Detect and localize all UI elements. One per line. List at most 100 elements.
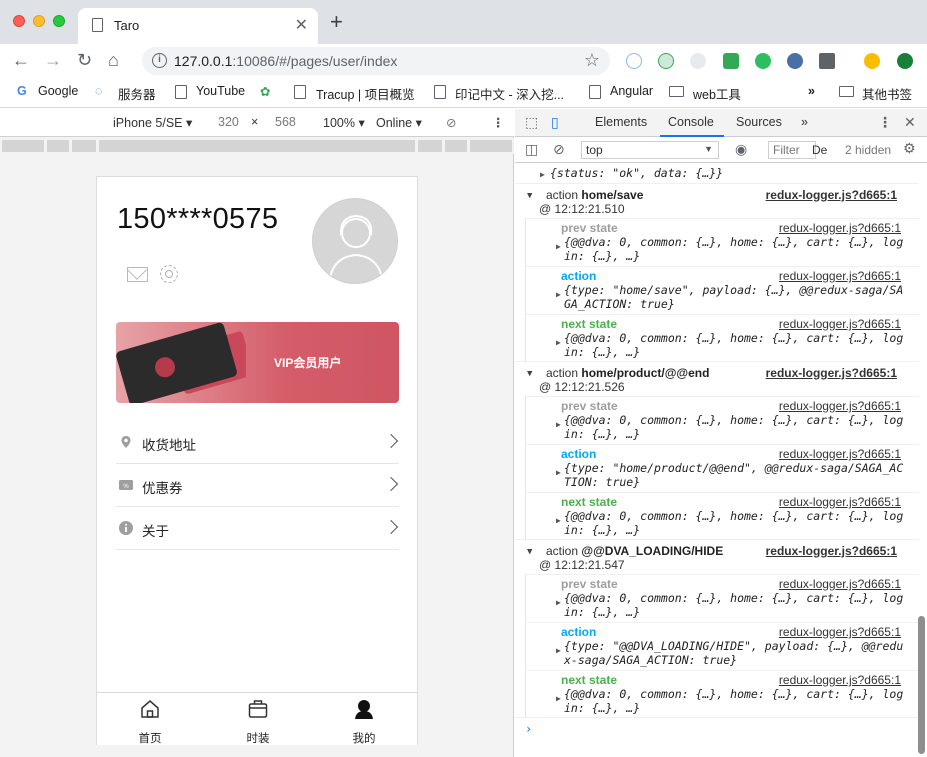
log-body[interactable]: {@@dva: 0, common: {…}, home: {…}, cart:…: [564, 235, 910, 263]
collapse-triangle-icon[interactable]: ▼: [527, 191, 532, 201]
source-link[interactable]: redux-logger.js?d665:1: [779, 495, 901, 509]
media-query-segment[interactable]: [445, 140, 467, 152]
source-link[interactable]: redux-logger.js?d665:1: [779, 317, 901, 331]
media-query-segment[interactable]: [418, 140, 442, 152]
log-body[interactable]: {@@dva: 0, common: {…}, home: {…}, cart:…: [564, 687, 910, 715]
settings-icon[interactable]: [160, 265, 178, 283]
new-tab-button[interactable]: +: [330, 11, 343, 33]
close-tab-icon[interactable]: ✕: [295, 15, 308, 35]
extension-vue-icon[interactable]: [819, 53, 835, 69]
zoom-window-button[interactable]: [53, 15, 65, 27]
collapse-triangle-icon[interactable]: ▼: [527, 369, 532, 379]
device-width[interactable]: 320: [218, 115, 239, 129]
tab-console[interactable]: Console: [668, 115, 714, 129]
media-query-segment[interactable]: [47, 140, 69, 152]
info-icon[interactable]: i: [152, 53, 167, 68]
group-title[interactable]: action @@DVA_LOADING/HIDE: [546, 544, 723, 558]
reload-button[interactable]: ↻: [77, 49, 92, 71]
minimize-window-button[interactable]: [33, 15, 45, 27]
close-window-button[interactable]: [13, 15, 25, 27]
console-scrollbar[interactable]: [918, 616, 925, 754]
bookmark-yinji[interactable]: 印记中文 - 深入挖...: [455, 84, 564, 103]
source-link[interactable]: redux-logger.js?d665:1: [766, 544, 897, 558]
browser-tab[interactable]: Taro ✕: [78, 8, 318, 44]
zoom-select[interactable]: 100% ▾: [323, 115, 365, 130]
tab-elements[interactable]: Elements: [595, 115, 647, 129]
source-link[interactable]: redux-logger.js?d665:1: [779, 269, 901, 283]
levels-select[interactable]: De: [812, 143, 827, 157]
sidebar-toggle-icon[interactable]: ◫: [525, 141, 538, 158]
menu-item-about[interactable]: 关于: [116, 507, 399, 550]
expand-triangle-icon[interactable]: ▶: [556, 516, 561, 525]
media-query-segment[interactable]: [72, 140, 96, 152]
extension-evernote-icon[interactable]: [755, 53, 771, 69]
device-select[interactable]: iPhone 5/SE ▾: [113, 115, 192, 130]
media-query-segment[interactable]: [470, 140, 512, 152]
extension-tree-icon[interactable]: [690, 53, 706, 69]
bookmark-star-icon[interactable]: ☆: [584, 50, 600, 71]
tab-sources[interactable]: Sources: [736, 115, 782, 129]
log-body[interactable]: {@@dva: 0, common: {…}, home: {…}, cart:…: [564, 331, 910, 359]
device-height[interactable]: 568: [275, 115, 296, 129]
eye-icon[interactable]: ◉: [735, 141, 747, 158]
bookmark-youtube[interactable]: YouTube: [196, 84, 245, 98]
source-link[interactable]: redux-logger.js?d665:1: [779, 221, 901, 235]
update-icon[interactable]: [897, 53, 913, 69]
collapse-triangle-icon[interactable]: ▼: [527, 547, 532, 557]
mail-icon[interactable]: [127, 267, 148, 282]
console-prompt[interactable]: ›: [525, 722, 532, 736]
group-title[interactable]: action home/save: [546, 188, 643, 202]
source-link[interactable]: redux-logger.js?d665:1: [779, 625, 901, 639]
more-options-icon[interactable]: ⋮: [492, 115, 505, 130]
address-bar[interactable]: i 127.0.0.1:10086/#/pages/user/index ☆: [142, 47, 610, 75]
expand-triangle-icon[interactable]: ▶: [556, 242, 561, 251]
expand-triangle-icon[interactable]: ▶: [556, 468, 561, 477]
menu-item-coupons[interactable]: % 优惠券: [116, 464, 399, 507]
other-bookmarks[interactable]: 其他书签: [862, 84, 912, 103]
source-link[interactable]: redux-logger.js?d665:1: [766, 188, 897, 202]
bookmark-angular[interactable]: Angular: [610, 84, 653, 98]
bookmark-tracup[interactable]: Tracup | 项目概览: [316, 84, 415, 103]
forward-button[interactable]: →: [44, 49, 62, 71]
filter-input[interactable]: Filter: [768, 141, 816, 159]
media-query-segment[interactable]: [2, 140, 44, 152]
media-query-segment[interactable]: [99, 140, 415, 152]
log-body[interactable]: {@@dva: 0, common: {…}, home: {…}, cart:…: [564, 413, 910, 441]
expand-triangle-icon[interactable]: ▶: [556, 338, 561, 347]
log-body[interactable]: {type: "@@DVA_LOADING/HIDE", payload: {……: [564, 639, 910, 667]
source-link[interactable]: redux-logger.js?d665:1: [766, 366, 897, 380]
device-toolbar-icon[interactable]: ▯: [551, 114, 559, 131]
source-link[interactable]: redux-logger.js?d665:1: [779, 577, 901, 591]
extension-info-icon[interactable]: [787, 53, 803, 69]
bookmark-server[interactable]: 服务器: [118, 84, 156, 103]
bookmarks-overflow-button[interactable]: »: [808, 84, 815, 98]
source-link[interactable]: redux-logger.js?d665:1: [779, 399, 901, 413]
expand-triangle-icon[interactable]: ▶: [556, 694, 561, 703]
menu-item-address[interactable]: 收货地址: [116, 421, 399, 464]
bookmark-google[interactable]: Google: [38, 84, 78, 98]
log-body[interactable]: {type: "home/save", payload: {…}, @@redu…: [564, 283, 910, 311]
avatar[interactable]: [312, 198, 398, 284]
more-tabs-button[interactable]: »: [801, 115, 808, 129]
close-devtools-icon[interactable]: ✕: [904, 114, 916, 131]
extension-shield-icon[interactable]: [723, 53, 739, 69]
bookmark-webtools[interactable]: web工具: [693, 84, 741, 103]
vip-banner[interactable]: VIP会员用户: [116, 322, 399, 403]
expand-triangle-icon[interactable]: ▶: [556, 598, 561, 607]
extension-react-icon[interactable]: [626, 53, 642, 69]
url-text[interactable]: 127.0.0.1:10086/#/pages/user/index: [174, 53, 397, 69]
expand-triangle-icon[interactable]: ▶: [540, 170, 545, 179]
inspect-element-icon[interactable]: ⬚: [525, 114, 538, 131]
expand-triangle-icon[interactable]: ▶: [556, 646, 561, 655]
clear-console-icon[interactable]: ⊘: [553, 141, 565, 158]
more-options-icon[interactable]: ⋮: [878, 114, 892, 131]
source-link[interactable]: redux-logger.js?d665:1: [779, 447, 901, 461]
expand-triangle-icon[interactable]: ▶: [556, 290, 561, 299]
tab-fashion[interactable]: 时装: [228, 699, 288, 746]
home-button[interactable]: ⌂: [108, 49, 119, 71]
rotate-icon[interactable]: ⊘: [446, 115, 456, 130]
context-select[interactable]: top ▼: [581, 141, 719, 159]
settings-gear-icon[interactable]: ⚙: [903, 140, 916, 157]
expand-triangle-icon[interactable]: ▶: [556, 420, 561, 429]
back-button[interactable]: ←: [12, 49, 30, 71]
